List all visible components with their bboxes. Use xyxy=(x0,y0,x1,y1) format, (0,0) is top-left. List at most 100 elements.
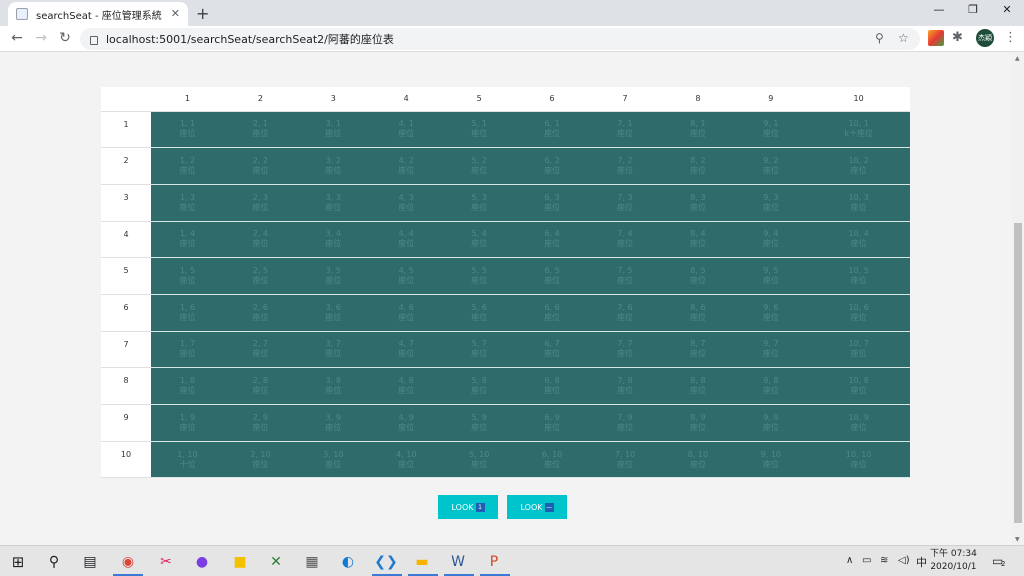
seat-cell[interactable]: 2, 4 座位 xyxy=(223,221,297,259)
seat-cell[interactable]: 10, 2 座位 xyxy=(807,147,910,185)
seat-cell[interactable]: 1, 9 座位 xyxy=(151,404,224,442)
seat-cell[interactable]: 7, 7 座位 xyxy=(588,331,662,369)
seat-cell[interactable]: 6, 9 座位 xyxy=(515,404,589,442)
vscode-icon[interactable]: ❮❯ xyxy=(374,552,397,572)
browser-menu-icon[interactable]: ⋮ xyxy=(1004,30,1017,45)
seat-cell[interactable]: 7, 4 座位 xyxy=(588,221,662,259)
seat-cell[interactable]: 1, 4 座位 xyxy=(151,221,224,259)
back-arrow-icon[interactable]: ← xyxy=(8,30,26,46)
seat-cell[interactable]: 5, 6 座位 xyxy=(442,294,516,332)
seat-cell[interactable]: 3, 8 座位 xyxy=(296,367,370,405)
scroll-up-icon[interactable]: ▲ xyxy=(1015,55,1020,62)
seat-cell[interactable]: 6, 5 座位 xyxy=(515,257,589,295)
seat-cell[interactable]: 2, 7 座位 xyxy=(223,331,297,369)
seat-cell[interactable]: 5, 4 座位 xyxy=(442,221,516,259)
windows-start-icon[interactable]: ⊞ xyxy=(8,552,28,572)
seat-cell[interactable]: 8, 2 座位 xyxy=(661,147,735,185)
seat-cell[interactable]: 4, 4 座位 xyxy=(369,221,443,259)
seat-cell[interactable]: 7, 10 座位 xyxy=(588,441,662,479)
tab-close-icon[interactable]: ✕ xyxy=(171,7,180,20)
seat-cell[interactable]: 10, 6 座位 xyxy=(807,294,910,332)
seat-cell[interactable]: 8, 4 座位 xyxy=(661,221,735,259)
seat-cell[interactable]: 6, 7 座位 xyxy=(515,331,589,369)
seat-cell[interactable]: 4, 3 座位 xyxy=(369,184,443,222)
seat-cell[interactable]: 2, 2 座位 xyxy=(223,147,297,185)
seat-cell[interactable]: 6, 6 座位 xyxy=(515,294,589,332)
seat-cell[interactable]: 8, 9 座位 xyxy=(661,404,735,442)
seat-cell[interactable]: 9, 8 座位 xyxy=(734,367,808,405)
seat-cell[interactable]: 6, 8 座位 xyxy=(515,367,589,405)
seat-cell[interactable]: 3, 9 座位 xyxy=(296,404,370,442)
seat-cell[interactable]: 6, 1 座位 xyxy=(515,111,589,149)
extension-icon[interactable] xyxy=(928,30,944,46)
look-button-2[interactable]: LOOK — xyxy=(507,495,567,519)
seat-cell[interactable]: 5, 9 座位 xyxy=(442,404,516,442)
wifi-icon[interactable]: ≋ xyxy=(880,555,888,566)
seat-cell[interactable]: 3, 4 座位 xyxy=(296,221,370,259)
seat-cell[interactable]: 9, 4 座位 xyxy=(734,221,808,259)
seat-cell[interactable]: 8, 1 座位 xyxy=(661,111,735,149)
seat-cell[interactable]: 10, 9 座位 xyxy=(807,404,910,442)
firefox-icon[interactable]: ● xyxy=(192,552,212,572)
seat-cell[interactable]: 3, 7 座位 xyxy=(296,331,370,369)
ime-indicator[interactable]: 中 xyxy=(916,554,927,570)
volume-icon[interactable]: ◁) xyxy=(898,555,910,566)
seat-cell[interactable]: 2, 9 座位 xyxy=(223,404,297,442)
word-icon[interactable]: W xyxy=(448,552,468,572)
seat-cell[interactable]: 8, 7 座位 xyxy=(661,331,735,369)
seat-cell[interactable]: 10, 10 座位 xyxy=(807,441,910,479)
seat-cell[interactable]: 1, 1 座位 xyxy=(151,111,224,149)
seat-cell[interactable]: 1, 2 座位 xyxy=(151,147,224,185)
seat-cell[interactable]: 4, 1 座位 xyxy=(369,111,443,149)
seat-cell[interactable]: 8, 6 座位 xyxy=(661,294,735,332)
seat-cell[interactable]: 3, 2 座位 xyxy=(296,147,370,185)
system-clock[interactable]: 下午 07:34 2020/10/1 xyxy=(930,548,977,574)
vertical-scrollbar[interactable]: ▲ ▼ xyxy=(1012,53,1024,545)
seat-cell[interactable]: 4, 10 座位 xyxy=(369,441,443,479)
seat-cell[interactable]: 5, 5 座位 xyxy=(442,257,516,295)
seat-cell[interactable]: 8, 3 座位 xyxy=(661,184,735,222)
snipping-tool-icon[interactable]: ✂ xyxy=(156,552,176,572)
restore-button[interactable]: ❐ xyxy=(958,3,988,16)
forward-arrow-icon[interactable]: → xyxy=(32,30,50,46)
seat-cell[interactable]: 3, 5 座位 xyxy=(296,257,370,295)
task-view-icon[interactable]: ▤ xyxy=(80,552,100,572)
seat-cell[interactable]: 5, 1 座位 xyxy=(442,111,516,149)
seat-cell[interactable]: 10, 7 座位 xyxy=(807,331,910,369)
calculator-icon[interactable]: ▦ xyxy=(302,552,322,572)
bookmark-star-icon[interactable]: ☆ xyxy=(898,31,909,45)
seat-cell[interactable]: 10, 8 座位 xyxy=(807,367,910,405)
seat-cell[interactable]: 6, 3 座位 xyxy=(515,184,589,222)
seat-cell[interactable]: 7, 3 座位 xyxy=(588,184,662,222)
seat-cell[interactable]: 4, 8 座位 xyxy=(369,367,443,405)
seat-cell[interactable]: 4, 6 座位 xyxy=(369,294,443,332)
seat-cell[interactable]: 2, 10 座位 xyxy=(223,441,297,479)
seat-cell[interactable]: 5, 10 座位 xyxy=(442,441,516,479)
seat-cell[interactable]: 5, 3 座位 xyxy=(442,184,516,222)
sticky-notes-icon[interactable]: ■ xyxy=(230,552,250,572)
seat-cell[interactable]: 4, 7 座位 xyxy=(369,331,443,369)
seat-cell[interactable]: 10, 5 座位 xyxy=(807,257,910,295)
seat-cell[interactable]: 2, 3 座位 xyxy=(223,184,297,222)
battery-icon[interactable]: ▭ xyxy=(862,555,871,566)
seat-cell[interactable]: 7, 1 座位 xyxy=(588,111,662,149)
seat-cell[interactable]: 3, 3 座位 xyxy=(296,184,370,222)
scroll-thumb[interactable] xyxy=(1014,223,1022,523)
seat-cell[interactable]: 9, 2 座位 xyxy=(734,147,808,185)
tool-app-icon[interactable]: ✕ xyxy=(266,552,286,572)
seat-cell[interactable]: 5, 7 座位 xyxy=(442,331,516,369)
seat-cell[interactable]: 1, 6 座位 xyxy=(151,294,224,332)
seat-cell[interactable]: 4, 2 座位 xyxy=(369,147,443,185)
seat-cell[interactable]: 7, 6 座位 xyxy=(588,294,662,332)
search-icon[interactable]: ⚲ xyxy=(44,552,64,572)
minimize-button[interactable]: — xyxy=(924,3,954,16)
file-explorer-icon[interactable]: ▬ xyxy=(412,552,432,572)
seat-cell[interactable]: 9, 5 座位 xyxy=(734,257,808,295)
seat-cell[interactable]: 9, 9 座位 xyxy=(734,404,808,442)
seat-cell[interactable]: 7, 8 座位 xyxy=(588,367,662,405)
seat-cell[interactable]: 7, 5 座位 xyxy=(588,257,662,295)
seat-cell[interactable]: 2, 1 座位 xyxy=(223,111,297,149)
seat-cell[interactable]: 2, 6 座位 xyxy=(223,294,297,332)
seat-cell[interactable]: 7, 2 座位 xyxy=(588,147,662,185)
seat-cell[interactable]: 3, 1 座位 xyxy=(296,111,370,149)
